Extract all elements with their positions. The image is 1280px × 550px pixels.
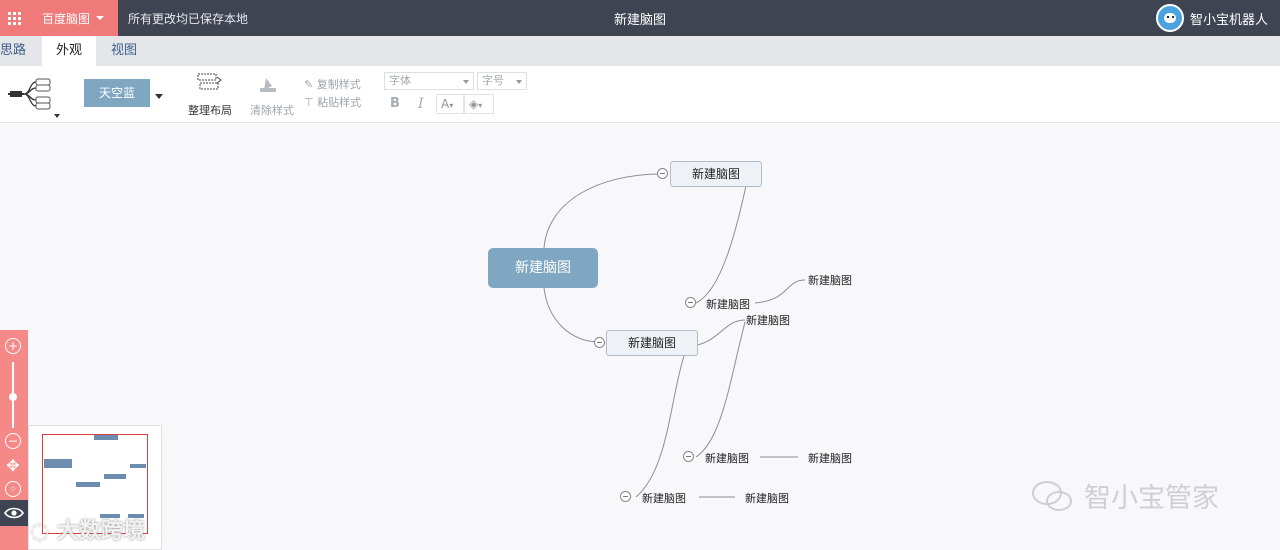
collapse-toggle[interactable]	[685, 297, 696, 308]
grid-icon	[7, 11, 21, 25]
font-color-button[interactable]: A▾	[436, 94, 464, 114]
minimap-toggle-button[interactable]	[0, 500, 28, 526]
brand-logo-icon: ◌	[30, 519, 50, 544]
node-mid-child-2-sub[interactable]: 新建脑图	[808, 450, 852, 466]
paste-style-button[interactable]: ⊤ 粘贴样式	[304, 94, 361, 110]
node-mid-child-2[interactable]: 新建脑图	[705, 450, 749, 466]
user-name: 智小宝机器人	[1189, 12, 1268, 28]
theme-button[interactable]: 天空蓝	[84, 79, 150, 107]
move-icon[interactable]: ✥	[5, 458, 21, 474]
root-node[interactable]: 新建脑图	[488, 248, 598, 288]
tab-thinking[interactable]: 思路	[0, 36, 30, 66]
user-menu[interactable]: 智小宝机器人	[1155, 3, 1268, 33]
top-bar: 百度脑图 所有更改均已保存本地 新建脑图 智小宝机器人	[0, 0, 1280, 36]
arrange-layout-icon	[197, 73, 222, 90]
paste-style-label: 粘贴样式	[317, 96, 362, 109]
arrange-layout-button[interactable]: 整理布局	[186, 72, 234, 118]
collapse-toggle[interactable]	[657, 168, 668, 179]
font-size-select[interactable]: 字号	[477, 72, 527, 90]
node-mid-child-3[interactable]: 新建脑图	[642, 490, 686, 506]
zoom-in-button[interactable]: +	[5, 338, 21, 354]
copy-style-button[interactable]: ✎ 复制样式	[304, 76, 361, 92]
dropdown-icon: ▾	[478, 101, 483, 110]
theme-dropdown-icon[interactable]	[155, 94, 163, 99]
wechat-icon	[1032, 480, 1072, 511]
dropdown-icon	[463, 80, 469, 84]
zoom-slider-handle[interactable]	[9, 393, 17, 401]
arrange-layout-label: 整理布局	[188, 104, 232, 117]
clear-style-icon	[260, 78, 276, 92]
background-color-button[interactable]: ◈▾	[464, 94, 494, 114]
tab-bar: 思路 外观 视图	[0, 36, 1280, 66]
node-top-grandchild[interactable]: 新建脑图	[808, 272, 852, 288]
branch-node-top[interactable]: 新建脑图	[670, 161, 762, 187]
copy-style-label: 复制样式	[316, 78, 361, 91]
branch-node-middle[interactable]: 新建脑图	[606, 330, 698, 356]
document-title[interactable]: 新建脑图	[614, 13, 666, 28]
bold-button[interactable]: B	[390, 96, 400, 111]
save-status: 所有更改均已保存本地	[128, 12, 249, 26]
tab-view[interactable]: 视图	[98, 36, 150, 66]
node-mid-child-1[interactable]: 新建脑图	[746, 312, 790, 328]
app-name: 百度脑图	[41, 11, 90, 26]
mind-map-app: 百度脑图 所有更改均已保存本地 新建脑图 智小宝机器人 思路 外观 视图 天空蓝…	[0, 0, 1280, 550]
clear-style-button[interactable]: 清除样式	[246, 74, 298, 118]
font-color-label: A	[441, 97, 450, 111]
tab-appearance[interactable]: 外观	[42, 36, 96, 66]
app-grid-button[interactable]	[0, 0, 28, 36]
dropdown-icon	[516, 80, 522, 84]
zoom-out-button[interactable]: −	[5, 433, 21, 449]
dropdown-icon: ▾	[449, 101, 454, 110]
chevron-down-icon	[96, 16, 104, 20]
node-mid-child-3-sub[interactable]: 新建脑图	[745, 490, 789, 506]
avatar	[1155, 4, 1184, 32]
paint-roller-icon: ⊤	[304, 96, 314, 109]
collapse-toggle[interactable]	[620, 491, 631, 502]
italic-button[interactable]: I	[418, 96, 424, 112]
watermark-left: ◌ 大数跨境	[30, 519, 145, 544]
eye-icon	[4, 507, 24, 519]
font-family-select[interactable]: 字体	[384, 72, 474, 90]
template-selector[interactable]	[4, 72, 62, 118]
clear-style-label: 清除样式	[250, 104, 294, 117]
collapse-toggle[interactable]	[594, 337, 605, 348]
paint-bucket-icon: ◈	[469, 97, 479, 111]
app-menu-button[interactable]: 百度脑图	[28, 0, 118, 36]
watermark-right: 智小宝管家	[1030, 476, 1219, 515]
node-top-child[interactable]: 新建脑图	[706, 296, 750, 312]
mindmap-template-icon	[8, 78, 60, 118]
brush-icon: ✎	[304, 78, 314, 91]
locate-root-icon[interactable]: ◦	[5, 481, 21, 497]
collapse-toggle[interactable]	[683, 451, 694, 462]
toolbar: 天空蓝 整理布局 清除样式 ✎ 复制样式 ⊤ 粘贴样式 字体 字号 B I A▾…	[0, 66, 1280, 123]
